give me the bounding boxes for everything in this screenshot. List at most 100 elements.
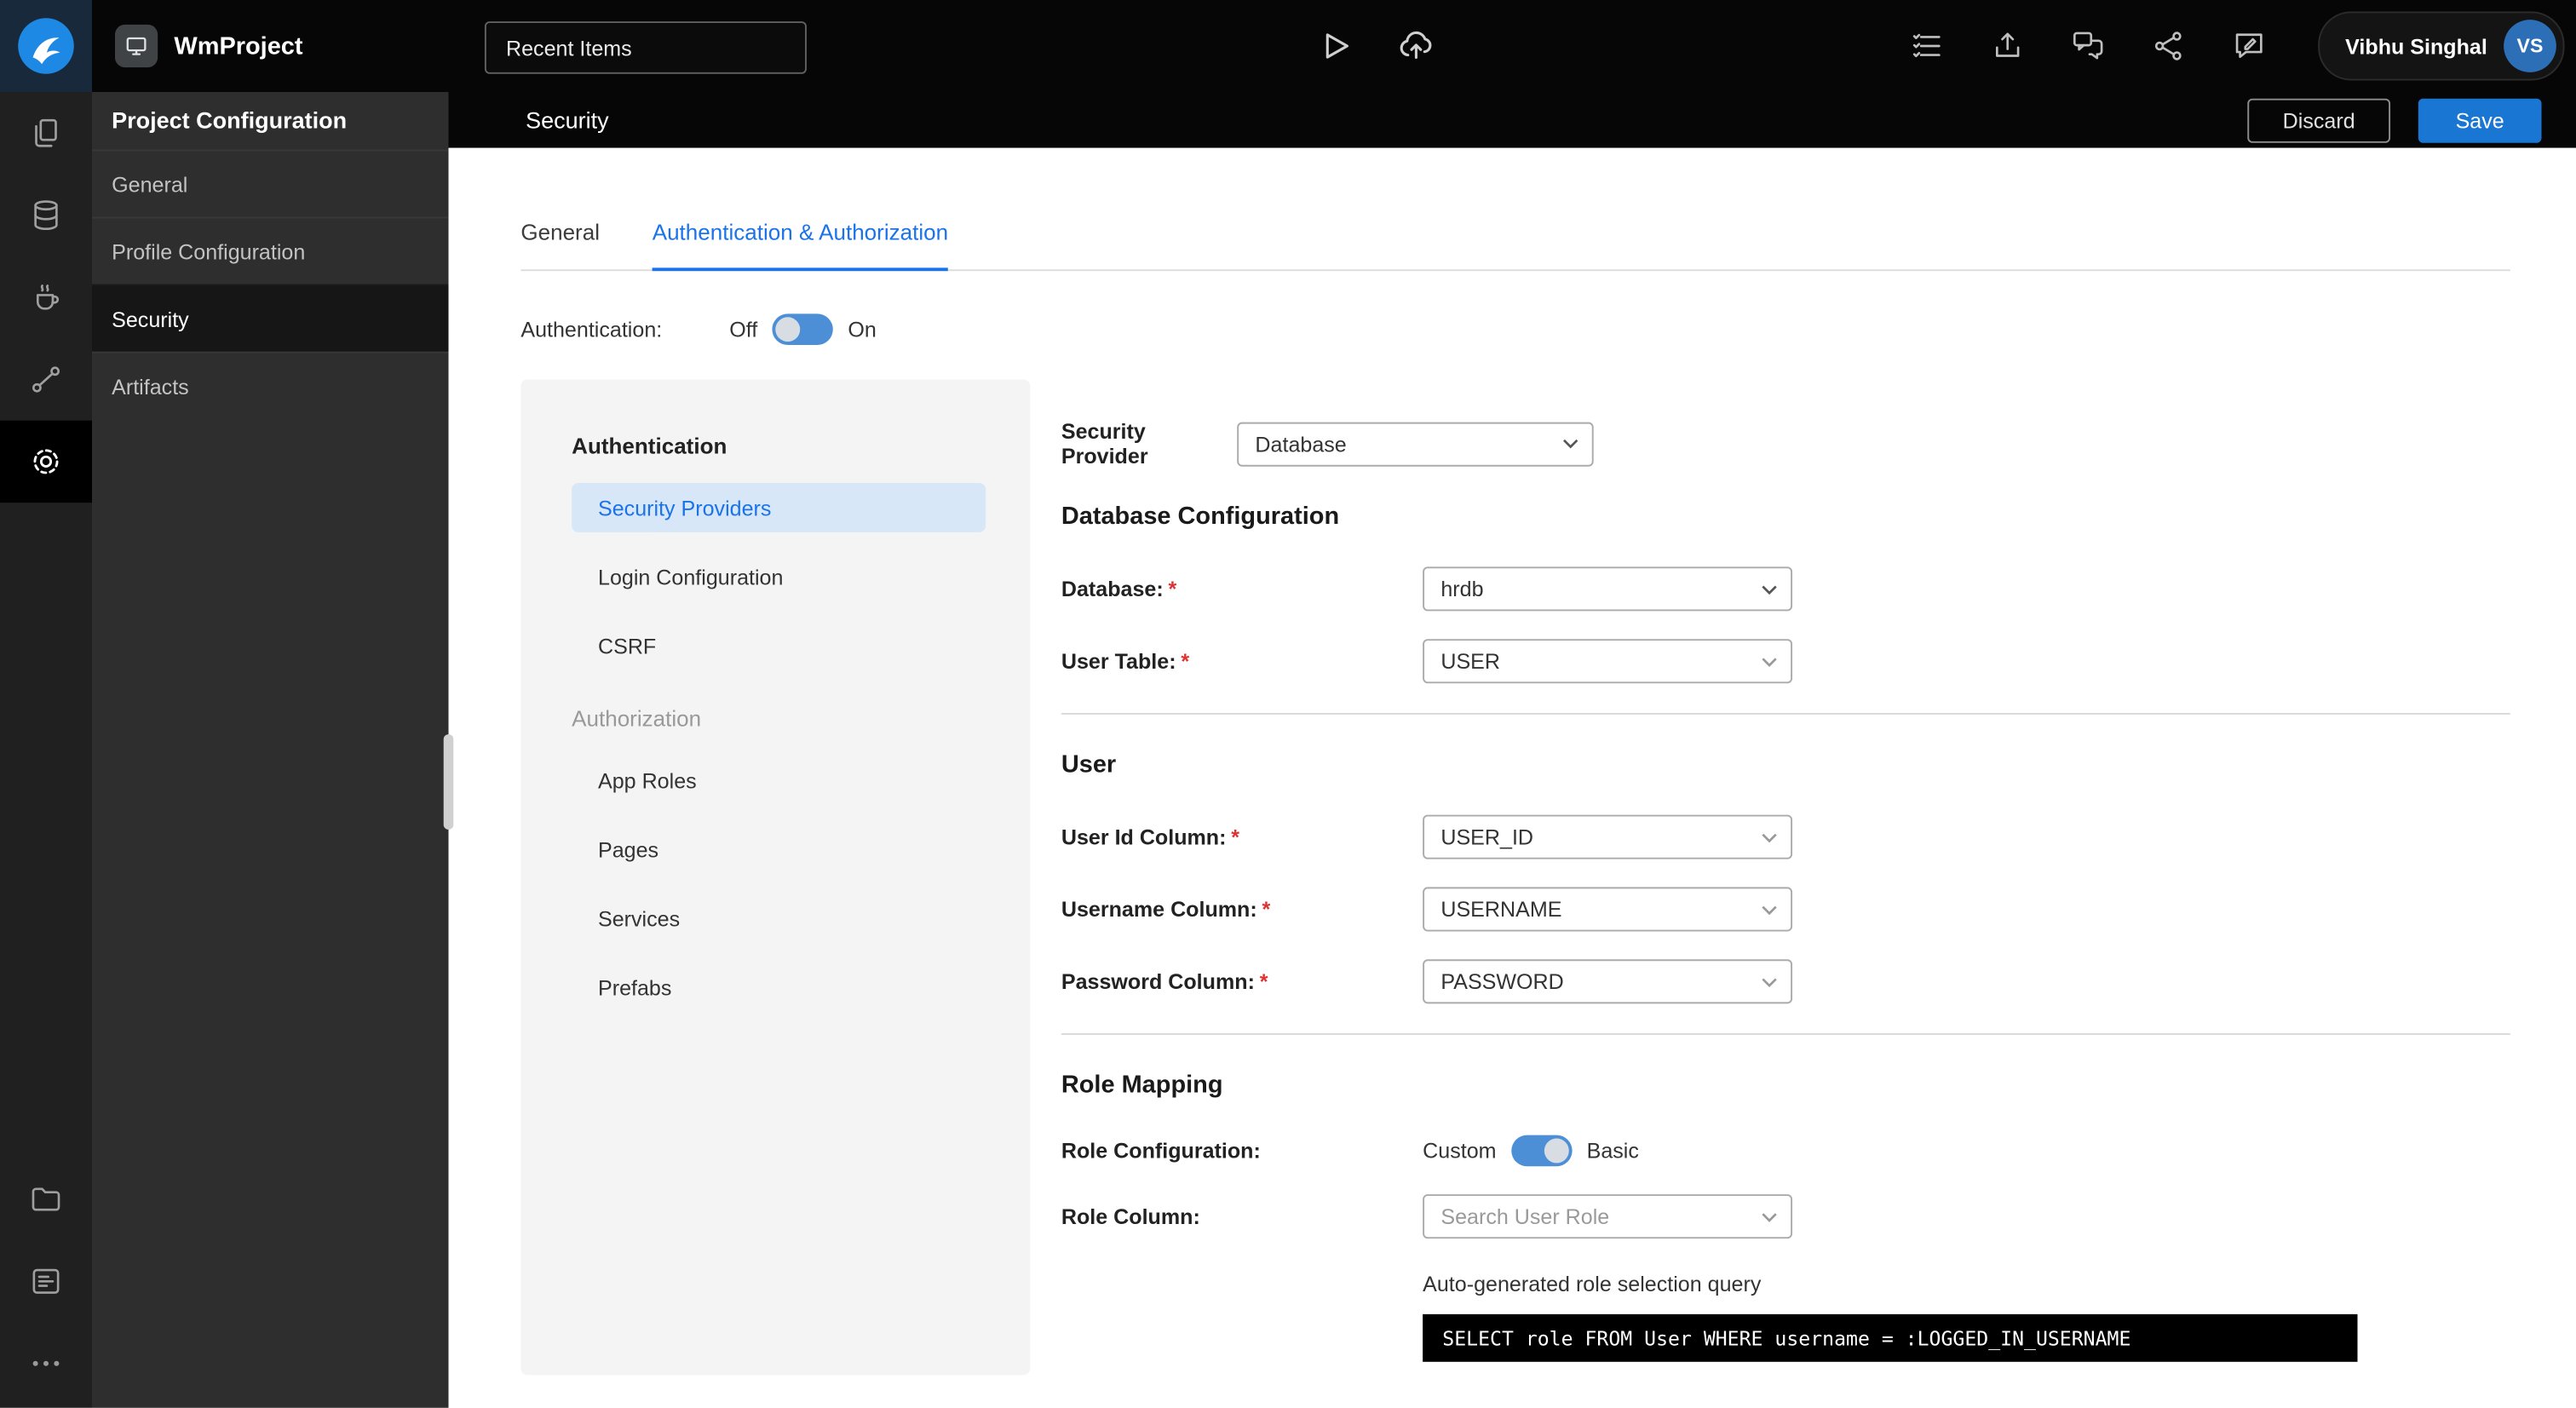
security-provider-select[interactable]: Database bbox=[1237, 421, 1594, 466]
app-window: WmProject Recent Items Vibhu Singhal VS … bbox=[0, 0, 2576, 1408]
panel-item-prefabs[interactable]: Prefabs bbox=[572, 963, 986, 1012]
required-asterisk: * bbox=[1168, 576, 1177, 601]
role-mapping-title: Role Mapping bbox=[1061, 1071, 1223, 1100]
role-column-select[interactable]: Search User Role bbox=[1423, 1194, 1793, 1239]
security-provider-value: Database bbox=[1255, 431, 1347, 457]
database-icon[interactable] bbox=[0, 174, 92, 256]
required-asterisk: * bbox=[1262, 896, 1271, 922]
tab-bar: General Authentication & Authorization bbox=[520, 220, 2510, 272]
chevron-down-icon bbox=[1762, 1212, 1777, 1221]
sidebar-item-security[interactable]: Security bbox=[91, 284, 449, 352]
save-button[interactable]: Save bbox=[2418, 97, 2542, 142]
panel-item-csrf[interactable]: CSRF bbox=[572, 621, 986, 670]
topbar: WmProject Recent Items Vibhu Singhal VS bbox=[0, 0, 2576, 92]
role-configuration-toggle[interactable] bbox=[1510, 1135, 1573, 1167]
role-configuration-row: Role Configuration: Custom Basic bbox=[1061, 1135, 2510, 1167]
database-value: hrdb bbox=[1440, 576, 1484, 601]
apis-icon[interactable] bbox=[0, 338, 92, 420]
chevron-down-icon bbox=[1762, 905, 1777, 915]
user-name: Vibhu Singhal bbox=[2345, 33, 2487, 59]
user-table-label: User Table: * bbox=[1061, 648, 1190, 674]
header-actions: Discard Save bbox=[2247, 97, 2542, 142]
app-body: Project Configuration General Profile Co… bbox=[0, 91, 2576, 1408]
sidebar-title: Project Configuration bbox=[112, 106, 348, 134]
chevron-down-icon bbox=[1762, 832, 1777, 842]
section-divider bbox=[1061, 1033, 2510, 1035]
share-icon[interactable] bbox=[2147, 25, 2189, 67]
page-content: General Authentication & Authorization A… bbox=[448, 148, 2575, 1408]
password-column-row: Password Column: * PASSWORD bbox=[1061, 959, 2510, 1004]
authentication-toggle[interactable] bbox=[772, 313, 833, 345]
project-app-icon bbox=[114, 24, 158, 68]
user-id-column-select[interactable]: USER_ID bbox=[1423, 814, 1793, 859]
role-selection-query: SELECT role FROM User WHERE username = :… bbox=[1423, 1313, 2358, 1362]
security-provider-form: Security Provider Database Database Conf… bbox=[1030, 379, 2510, 1362]
chevron-down-icon bbox=[1563, 439, 1578, 449]
publish-icon[interactable] bbox=[1986, 25, 2028, 67]
username-column-select[interactable]: USERNAME bbox=[1423, 887, 1793, 932]
user-table-row: User Table: * USER bbox=[1061, 639, 2510, 684]
run-play-button[interactable] bbox=[1313, 25, 1355, 67]
panel-section-authentication: Authentication bbox=[572, 434, 727, 459]
discard-button[interactable]: Discard bbox=[2247, 97, 2391, 142]
cloud-upload-button[interactable] bbox=[1394, 25, 1437, 67]
username-column-value: USERNAME bbox=[1440, 896, 1562, 922]
panel-item-app-roles[interactable]: App Roles bbox=[572, 756, 986, 805]
required-asterisk: * bbox=[1231, 825, 1240, 850]
wavemaker-logo[interactable] bbox=[0, 0, 92, 92]
chat-icon[interactable] bbox=[2066, 25, 2108, 67]
tab-authentication-authorization[interactable]: Authentication & Authorization bbox=[652, 220, 949, 272]
panel-item-services[interactable]: Services bbox=[572, 894, 986, 943]
recent-items-dropdown[interactable]: Recent Items bbox=[484, 21, 807, 74]
panel-item-pages[interactable]: Pages bbox=[572, 825, 986, 874]
settings-gear-icon[interactable] bbox=[0, 420, 92, 503]
pages-icon[interactable] bbox=[0, 92, 92, 174]
username-column-label: Username Column: * bbox=[1061, 896, 1271, 922]
database-select[interactable]: hrdb bbox=[1423, 566, 1793, 612]
topbar-center-actions bbox=[1313, 0, 1438, 92]
panel-section-authorization: Authorization bbox=[572, 706, 702, 732]
sidebar-item-general[interactable]: General bbox=[91, 149, 449, 216]
sidebar-resize-handle[interactable] bbox=[443, 734, 454, 830]
tab-general[interactable]: General bbox=[520, 220, 600, 271]
role-column-label: Role Column: bbox=[1061, 1204, 1200, 1229]
panel-item-security-providers[interactable]: Security Providers bbox=[572, 482, 986, 532]
password-column-value: PASSWORD bbox=[1440, 968, 1564, 994]
user-table-select[interactable]: USER bbox=[1423, 639, 1793, 684]
user-menu[interactable]: Vibhu Singhal VS bbox=[2317, 11, 2565, 81]
sidebar-item-artifacts[interactable]: Artifacts bbox=[91, 351, 449, 419]
user-section-title: User bbox=[1061, 750, 1117, 779]
recent-items-label: Recent Items bbox=[505, 35, 632, 60]
project-name: WmProject bbox=[174, 32, 303, 60]
user-table-value: USER bbox=[1440, 648, 1501, 674]
main-area: Security Discard Save General Authentica… bbox=[448, 91, 2576, 1408]
project-info: WmProject bbox=[114, 24, 303, 68]
task-list-icon[interactable] bbox=[1905, 25, 1947, 67]
more-icon[interactable] bbox=[0, 1322, 92, 1404]
toggle-knob bbox=[775, 317, 801, 342]
password-column-select[interactable]: PASSWORD bbox=[1423, 959, 1793, 1004]
query-caption: Auto-generated role selection query bbox=[1423, 1271, 1762, 1296]
page-title: Security bbox=[526, 106, 609, 134]
panel-item-login-configuration[interactable]: Login Configuration bbox=[572, 552, 986, 601]
user-id-column-row: User Id Column: * USER_ID bbox=[1061, 814, 2510, 859]
feedback-icon[interactable] bbox=[2227, 25, 2269, 67]
folder-icon[interactable] bbox=[0, 1158, 92, 1240]
role-configuration-label: Role Configuration: bbox=[1061, 1138, 1261, 1164]
java-services-icon[interactable] bbox=[0, 256, 92, 338]
logs-icon[interactable] bbox=[0, 1240, 92, 1322]
chevron-down-icon bbox=[1762, 977, 1777, 987]
authentication-label: Authentication: bbox=[520, 317, 663, 342]
user-id-column-label: User Id Column: * bbox=[1061, 825, 1240, 850]
topbar-right-actions: Vibhu Singhal VS bbox=[1905, 0, 2565, 92]
database-label: Database: * bbox=[1061, 576, 1177, 601]
avatar: VS bbox=[2504, 20, 2556, 72]
chevron-down-icon bbox=[1762, 584, 1777, 595]
sidebar-item-profile-configuration[interactable]: Profile Configuration bbox=[91, 216, 449, 284]
role-column-row: Role Column: Search User Role bbox=[1061, 1194, 2510, 1239]
required-asterisk: * bbox=[1181, 648, 1190, 674]
security-provider-row: Security Provider Database bbox=[1061, 419, 2510, 468]
security-config-section: Authentication Security Providers Login … bbox=[520, 379, 2510, 1376]
database-configuration-title: Database Configuration bbox=[1061, 503, 1340, 531]
page-header: Security Discard Save bbox=[448, 91, 2576, 148]
